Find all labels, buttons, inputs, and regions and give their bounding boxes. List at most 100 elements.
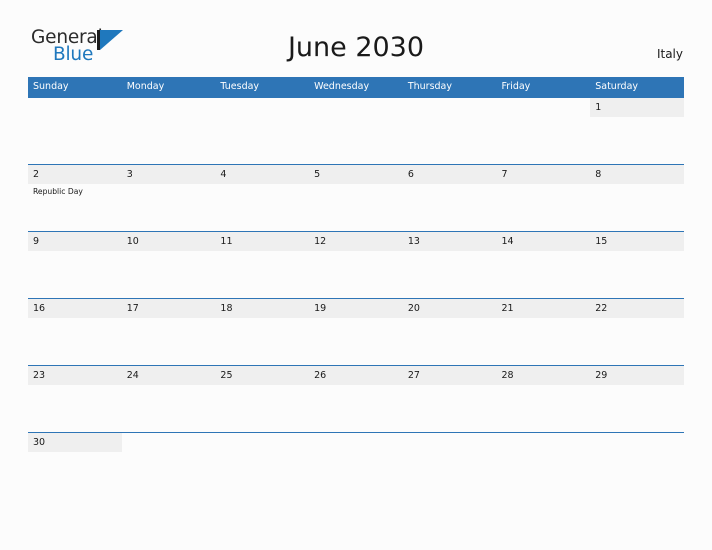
country-label: Italy	[656, 47, 683, 61]
calendar-day-cell[interactable]: 12	[309, 232, 403, 298]
calendar-day-cell-empty	[497, 433, 591, 454]
day-number-band	[497, 433, 591, 452]
calendar-day-cell[interactable]: 29	[590, 366, 684, 432]
calendar-day-cell-empty	[403, 98, 497, 164]
day-number: 16	[33, 303, 46, 314]
calendar-day-cell[interactable]: 27	[402, 366, 497, 432]
calendar-day-cell[interactable]: 5	[309, 165, 403, 231]
day-number: 10	[126, 236, 139, 247]
calendar-day-cell[interactable]: 16	[28, 299, 122, 365]
day-number-band	[28, 98, 122, 117]
weekday-header-tuesday: Tuesday	[220, 81, 260, 92]
calendar-week-row: 1	[28, 97, 684, 164]
calendar-day-cell[interactable]: 1	[590, 98, 684, 164]
calendar-week-row: 23 24 25 26 27 28 29	[28, 365, 684, 432]
weekday-header-thursday: Thursday	[407, 81, 452, 92]
day-number: 20	[407, 303, 420, 314]
day-number-band	[28, 232, 122, 251]
day-number: 8	[595, 169, 602, 180]
day-number: 13	[407, 236, 420, 247]
calendar-week-row: 2 Republic Day 3 4 5 6 7 8	[28, 164, 684, 231]
day-number-band	[215, 433, 309, 452]
day-number: 26	[314, 370, 327, 381]
calendar-day-cell-empty	[28, 98, 122, 164]
calendar-day-cell[interactable]: 13	[402, 232, 497, 298]
day-number: 30	[33, 437, 46, 448]
day-number: 18	[220, 303, 233, 314]
calendar-day-cell[interactable]: 26	[309, 366, 403, 432]
day-number-band	[590, 165, 684, 184]
day-events: Republic Day	[33, 186, 119, 197]
calendar-day-cell[interactable]: 18	[215, 299, 310, 365]
calendar-day-cell[interactable]: 23	[28, 366, 122, 432]
day-number: 6	[407, 169, 414, 180]
calendar-day-cell[interactable]: 20	[402, 299, 497, 365]
weekday-header-monday: Monday	[126, 81, 165, 92]
day-number-band	[497, 98, 591, 117]
weekday-header-friday: Friday	[501, 81, 531, 92]
day-number: 2	[33, 169, 40, 180]
calendar-day-cell[interactable]: 7	[496, 165, 591, 231]
weekday-header-row: Sunday Monday Tuesday Wednesday Thursday Frid…	[28, 77, 684, 97]
calendar-day-cell[interactable]: 3	[121, 165, 216, 231]
day-number: 17	[126, 303, 139, 314]
calendar-day-cell[interactable]: 10	[121, 232, 216, 298]
calendar-day-cell[interactable]: 25	[215, 366, 310, 432]
day-number: 4	[220, 169, 227, 180]
day-number-band	[28, 165, 122, 184]
day-number: 14	[501, 236, 514, 247]
calendar-day-cell-empty	[403, 433, 497, 454]
calendar-week-row: 9 10 11 12 13 14 15	[28, 231, 684, 298]
day-number-band	[215, 98, 309, 117]
day-number-band	[122, 98, 216, 117]
day-number: 3	[126, 169, 133, 180]
calendar-day-cell-empty	[122, 98, 216, 164]
calendar-week-row: 30	[28, 432, 684, 454]
day-number-band	[590, 433, 684, 452]
calendar-day-cell[interactable]: 15	[590, 232, 684, 298]
calendar-day-cell[interactable]: 8	[590, 165, 684, 231]
calendar-day-cell[interactable]: 24	[121, 366, 216, 432]
day-number: 11	[220, 236, 233, 247]
day-number-band	[122, 433, 216, 452]
weekday-header-sunday: Sunday	[33, 81, 69, 92]
day-number: 15	[595, 236, 608, 247]
day-number-band	[309, 98, 403, 117]
day-number: 21	[501, 303, 514, 314]
calendar-day-cell[interactable]: 14	[496, 232, 591, 298]
day-number-band	[309, 433, 403, 452]
calendar-day-cell[interactable]: 9	[28, 232, 122, 298]
calendar-day-cell[interactable]: 22	[590, 299, 684, 365]
calendar-day-cell[interactable]: 17	[121, 299, 216, 365]
day-number-band	[215, 165, 310, 184]
day-number-band	[496, 165, 591, 184]
calendar-page: General Blue June 2030 Italy Sunday Monda…	[0, 0, 712, 550]
weekday-header-saturday: Saturday	[595, 81, 639, 92]
day-number: 19	[314, 303, 327, 314]
calendar-day-cell-empty	[309, 433, 403, 454]
page-title: June 2030	[287, 32, 425, 63]
day-number-band	[309, 165, 403, 184]
holiday-event: Republic Day	[33, 187, 83, 196]
calendar-day-cell-empty	[215, 98, 309, 164]
day-number: 5	[314, 169, 321, 180]
calendar-week-row: 16 17 18 19 20 21 22	[28, 298, 684, 365]
weekday-header-wednesday: Wednesday	[314, 81, 370, 92]
calendar-day-cell[interactable]: 28	[496, 366, 591, 432]
calendar-day-cell[interactable]: 11	[215, 232, 310, 298]
calendar-day-cell[interactable]: 4	[215, 165, 310, 231]
calendar-day-cell[interactable]: 30	[28, 433, 122, 454]
calendar-day-cell-empty	[590, 433, 684, 454]
calendar-day-cell[interactable]: 19	[309, 299, 403, 365]
calendar-day-cell[interactable]: 2 Republic Day	[28, 165, 122, 231]
calendar-day-cell[interactable]: 21	[496, 299, 591, 365]
calendar-day-cell[interactable]: 6	[402, 165, 497, 231]
page-header: General Blue June 2030 Italy	[0, 0, 712, 76]
day-number: 23	[33, 370, 46, 381]
day-number-band	[590, 98, 684, 117]
day-number: 28	[501, 370, 514, 381]
day-number: 24	[126, 370, 139, 381]
day-number-band	[402, 165, 497, 184]
calendar-weeks: 1 2 Republic Day 3 4 5 6 7 8 9 10 11 12 13 14 15 16 17 18 1…	[28, 97, 684, 454]
calendar-grid: Sunday Monday Tuesday Wednesday Thursday Frid…	[28, 77, 684, 454]
